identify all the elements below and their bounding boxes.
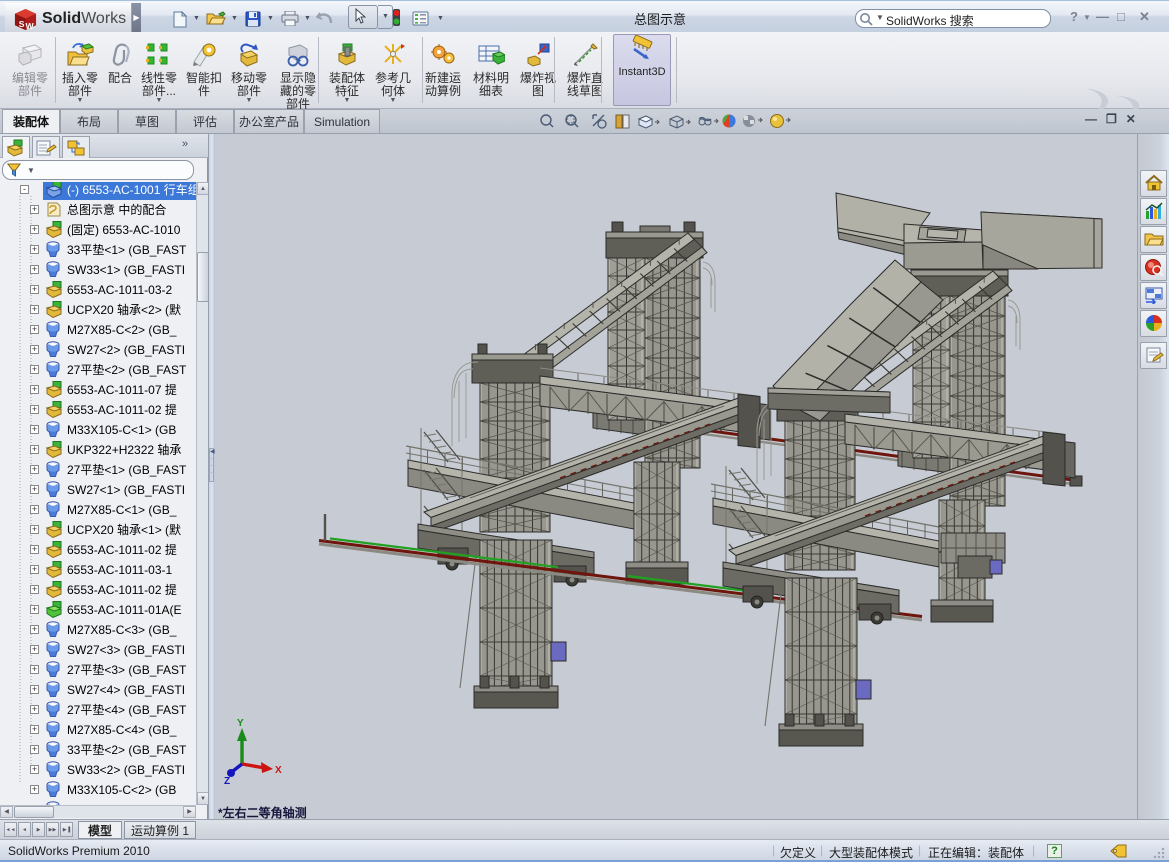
svg-text:W: W bbox=[26, 21, 35, 31]
svg-text:S: S bbox=[19, 19, 25, 29]
svg-text:X: X bbox=[275, 765, 282, 776]
svg-text:*左右二等角轴测: *左右二等角轴测 bbox=[218, 805, 307, 819]
svg-text:Y: Y bbox=[237, 718, 244, 729]
svg-text:Z: Z bbox=[224, 776, 230, 787]
